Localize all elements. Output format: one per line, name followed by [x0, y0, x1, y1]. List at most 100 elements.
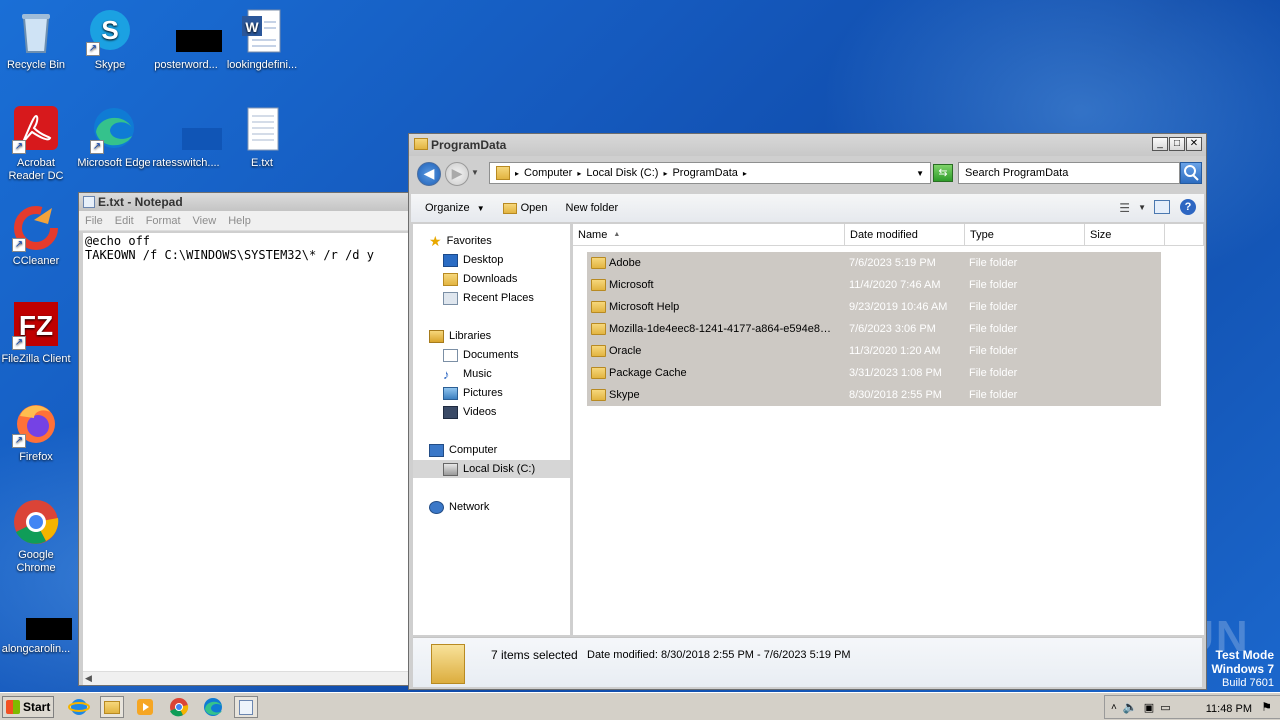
- nav-computer[interactable]: Computer: [429, 441, 497, 459]
- lookingdefini-shortcut[interactable]: W lookingdefini...: [224, 8, 300, 72]
- taskbar-media-player-icon[interactable]: [134, 696, 158, 718]
- documents-icon: [443, 348, 458, 362]
- scroll-left-icon[interactable]: ◀: [85, 673, 92, 684]
- nav-videos-label: Videos: [463, 406, 497, 418]
- clock[interactable]: 11:48 PM: [1206, 703, 1252, 715]
- minimize-button[interactable]: _: [1152, 137, 1168, 151]
- view-options-button[interactable]: ☰: [1119, 201, 1130, 215]
- menu-view[interactable]: View: [193, 215, 217, 227]
- file-row[interactable]: Skype 8/30/2018 2:55 PM File folder: [587, 384, 1161, 406]
- file-date: 9/23/2019 10:46 AM: [849, 301, 948, 313]
- open-button[interactable]: Open: [502, 202, 548, 214]
- history-dropdown-icon[interactable]: ▼: [471, 168, 479, 177]
- breadcrumb-local-disk[interactable]: Local Disk (C:): [586, 167, 658, 179]
- command-bar: Organize ▼ Open New folder ☰ ▼ ?: [411, 194, 1204, 222]
- nav-downloads[interactable]: Downloads: [443, 270, 517, 288]
- explorer-titlebar[interactable]: ProgramData _ □ ✕: [409, 134, 1206, 156]
- back-button[interactable]: ◀: [417, 162, 441, 186]
- sort-ascending-icon: ▲: [613, 231, 621, 238]
- taskbar-edge-icon[interactable]: [202, 696, 226, 718]
- taskbar-notepad-icon[interactable]: [234, 696, 258, 718]
- chrome-shortcut[interactable]: Google Chrome: [0, 498, 74, 575]
- menu-file[interactable]: File: [85, 215, 103, 227]
- taskbar-explorer-icon[interactable]: [100, 696, 124, 718]
- acrobat-label: Acrobat Reader DC: [8, 157, 64, 182]
- monitor-tray-icon[interactable]: ▭: [1160, 701, 1170, 714]
- nav-network[interactable]: Network: [429, 498, 489, 516]
- show-hidden-icons-icon[interactable]: ˄: [1111, 702, 1117, 713]
- edge-shortcut[interactable]: ↗ Microsoft Edge: [74, 106, 154, 170]
- blank-file-icon: [12, 606, 72, 640]
- column-type[interactable]: Type: [965, 224, 1085, 246]
- column-size[interactable]: Size: [1085, 224, 1165, 246]
- volume-icon[interactable]: 🔈: [1123, 700, 1138, 714]
- close-button[interactable]: ✕: [1186, 137, 1202, 151]
- column-size-label: Size: [1090, 228, 1112, 241]
- filezilla-label: FileZilla Client: [1, 353, 71, 365]
- star-icon: ★: [429, 232, 442, 249]
- alongcarolin-shortcut[interactable]: alongcarolin...: [0, 606, 74, 656]
- ratesswitch-shortcut[interactable]: ratesswitch....: [148, 106, 224, 170]
- address-bar[interactable]: ▸ Computer ▸ Local Disk (C:) ▸ ProgramDa…: [489, 162, 931, 184]
- skype-shortcut[interactable]: S ↗ Skype: [72, 8, 148, 72]
- notepad-editor[interactable]: @echo off TAKEOWN /f C:\WINDOWS\SYSTEM32\…: [83, 233, 413, 671]
- recycle-bin-label: Recycle Bin: [6, 59, 66, 71]
- taskbar-chrome-icon[interactable]: [168, 696, 192, 718]
- start-button[interactable]: Start: [2, 696, 54, 718]
- nav-favorites[interactable]: ★ Favorites: [429, 232, 492, 250]
- explorer-window[interactable]: ProgramData _ □ ✕ ◀ ▶ ▼ ▸ Computer ▸ Loc…: [408, 133, 1207, 690]
- notepad-horizontal-scrollbar[interactable]: ◀: [83, 671, 413, 685]
- column-date-modified[interactable]: Date modified: [845, 224, 965, 246]
- notepad-titlebar[interactable]: E.txt - Notepad: [79, 193, 413, 211]
- breadcrumb-separator-icon[interactable]: ▸: [577, 169, 581, 178]
- menu-format[interactable]: Format: [146, 215, 181, 227]
- maximize-button[interactable]: □: [1169, 137, 1185, 151]
- acrobat-shortcut[interactable]: ↗ Acrobat Reader DC: [0, 106, 74, 183]
- posterword-shortcut[interactable]: posterword...: [148, 8, 224, 72]
- help-icon[interactable]: ?: [1180, 199, 1196, 215]
- file-row[interactable]: Package Cache 3/31/2023 1:08 PM File folde…: [587, 362, 1161, 384]
- nav-recent-places[interactable]: Recent Places: [443, 289, 534, 307]
- file-row[interactable]: Adobe 7/6/2023 5:19 PM File folder: [587, 252, 1161, 274]
- action-center-flag-icon[interactable]: ⚑: [1261, 700, 1272, 714]
- menu-help[interactable]: Help: [228, 215, 251, 227]
- file-name: Oracle: [609, 345, 642, 357]
- ccleaner-shortcut[interactable]: ↗ CCleaner: [0, 204, 74, 268]
- file-row[interactable]: Oracle 11/3/2020 1:20 AM File folder: [587, 340, 1161, 362]
- firefox-shortcut[interactable]: ↗ Firefox: [0, 400, 74, 464]
- notepad-window[interactable]: E.txt - Notepad File Edit Format View He…: [78, 192, 414, 686]
- preview-pane-button[interactable]: [1154, 200, 1170, 214]
- nav-music[interactable]: ♪ Music: [443, 365, 492, 383]
- file-date: 3/31/2023 1:08 PM: [849, 367, 942, 379]
- file-row[interactable]: Mozilla-1de4eec8-1241-4177-a864-e594e8d.…: [587, 318, 1161, 340]
- view-dropdown-icon[interactable]: ▼: [1138, 203, 1146, 212]
- network-tray-icon[interactable]: ▣: [1144, 701, 1154, 714]
- breadcrumb-programdata[interactable]: ProgramData: [672, 167, 737, 179]
- breadcrumb-separator-icon[interactable]: ▸: [743, 169, 747, 178]
- nav-desktop[interactable]: Desktop: [443, 251, 503, 269]
- blank-file-icon: [162, 8, 222, 56]
- search-input[interactable]: Search ProgramData: [958, 162, 1180, 184]
- nav-local-disk[interactable]: Local Disk (C:): [413, 460, 570, 478]
- search-button[interactable]: [1180, 162, 1202, 184]
- new-folder-button[interactable]: New folder: [566, 202, 619, 214]
- column-name[interactable]: Name ▲: [573, 224, 845, 246]
- file-row[interactable]: Microsoft Help 9/23/2019 10:46 AM File fol…: [587, 296, 1161, 318]
- breadcrumb-separator-icon[interactable]: ▸: [663, 169, 667, 178]
- nav-libraries[interactable]: Libraries: [429, 327, 491, 345]
- nav-pictures[interactable]: Pictures: [443, 384, 503, 402]
- date-modified-range: 8/30/2018 2:55 PM - 7/6/2023 5:19 PM: [661, 649, 851, 661]
- etxt-shortcut[interactable]: E.txt: [224, 106, 300, 170]
- refresh-button[interactable]: ⇆: [933, 164, 953, 182]
- file-row[interactable]: Microsoft 11/4/2020 7:46 AM File folder: [587, 274, 1161, 296]
- breadcrumb-computer[interactable]: Computer: [524, 167, 572, 179]
- menu-edit[interactable]: Edit: [115, 215, 134, 227]
- recycle-bin-shortcut[interactable]: Recycle Bin: [0, 8, 74, 72]
- nav-videos[interactable]: Videos: [443, 403, 496, 421]
- organize-button[interactable]: Organize ▼: [425, 202, 485, 214]
- taskbar-ie-icon[interactable]: [68, 696, 92, 718]
- filezilla-shortcut[interactable]: FZ ↗ FileZilla Client: [0, 302, 74, 366]
- forward-button[interactable]: ▶: [445, 162, 469, 186]
- nav-documents[interactable]: Documents: [443, 346, 519, 364]
- address-dropdown-icon[interactable]: ▼: [916, 169, 924, 178]
